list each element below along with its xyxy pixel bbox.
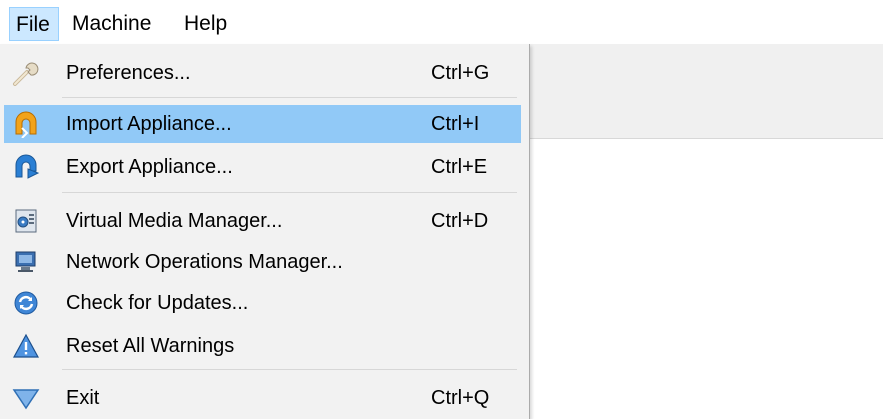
file-menu-dropdown: Preferences... Ctrl+G Import Appliance..… bbox=[0, 44, 530, 419]
export-appliance-icon bbox=[12, 153, 40, 181]
menu-separator bbox=[62, 369, 517, 370]
media-manager-icon bbox=[12, 207, 40, 235]
menu-separator bbox=[62, 192, 517, 193]
menu-item-import-appliance[interactable]: Import Appliance... Ctrl+I bbox=[4, 105, 521, 143]
menu-item-network-operations-manager[interactable]: Network Operations Manager... bbox=[4, 243, 521, 281]
menu-machine[interactable]: Machine bbox=[66, 7, 172, 41]
menu-item-label: Check for Updates... bbox=[66, 292, 249, 314]
exit-triangle-icon bbox=[12, 384, 40, 412]
menu-item-shortcut: Ctrl+G bbox=[431, 62, 490, 84]
menu-item-label: Network Operations Manager... bbox=[66, 251, 343, 273]
network-monitor-icon bbox=[12, 248, 40, 276]
wrench-icon bbox=[12, 59, 40, 87]
menu-item-label: Export Appliance... bbox=[66, 156, 233, 178]
import-appliance-icon bbox=[12, 110, 40, 139]
menu-item-shortcut: Ctrl+E bbox=[431, 156, 488, 178]
menu-item-preferences[interactable]: Preferences... Ctrl+G bbox=[4, 54, 521, 92]
menu-help[interactable]: Help bbox=[178, 7, 234, 41]
menu-item-virtual-media-manager[interactable]: Virtual Media Manager... Ctrl+D bbox=[4, 202, 521, 240]
menu-item-label: Virtual Media Manager... bbox=[66, 210, 283, 232]
menu-separator bbox=[62, 97, 517, 98]
menu-item-shortcut: Ctrl+Q bbox=[431, 387, 490, 409]
menu-item-check-for-updates[interactable]: Check for Updates... bbox=[4, 284, 521, 322]
menu-item-shortcut: Ctrl+D bbox=[431, 210, 489, 232]
menu-item-shortcut: Ctrl+I bbox=[431, 113, 480, 135]
menu-item-label: Import Appliance... bbox=[66, 113, 232, 135]
menu-item-export-appliance[interactable]: Export Appliance... Ctrl+E bbox=[4, 148, 521, 186]
menu-item-label: Exit bbox=[66, 387, 100, 409]
refresh-icon bbox=[12, 289, 40, 317]
menubar: File Machine Help bbox=[0, 0, 883, 44]
warning-icon bbox=[12, 332, 40, 360]
menu-item-label: Reset All Warnings bbox=[66, 335, 235, 357]
menu-item-exit[interactable]: Exit Ctrl+Q bbox=[4, 379, 521, 417]
menu-item-label: Preferences... bbox=[66, 62, 191, 84]
menu-file[interactable]: File bbox=[9, 7, 59, 41]
menu-item-reset-all-warnings[interactable]: Reset All Warnings bbox=[4, 327, 521, 365]
